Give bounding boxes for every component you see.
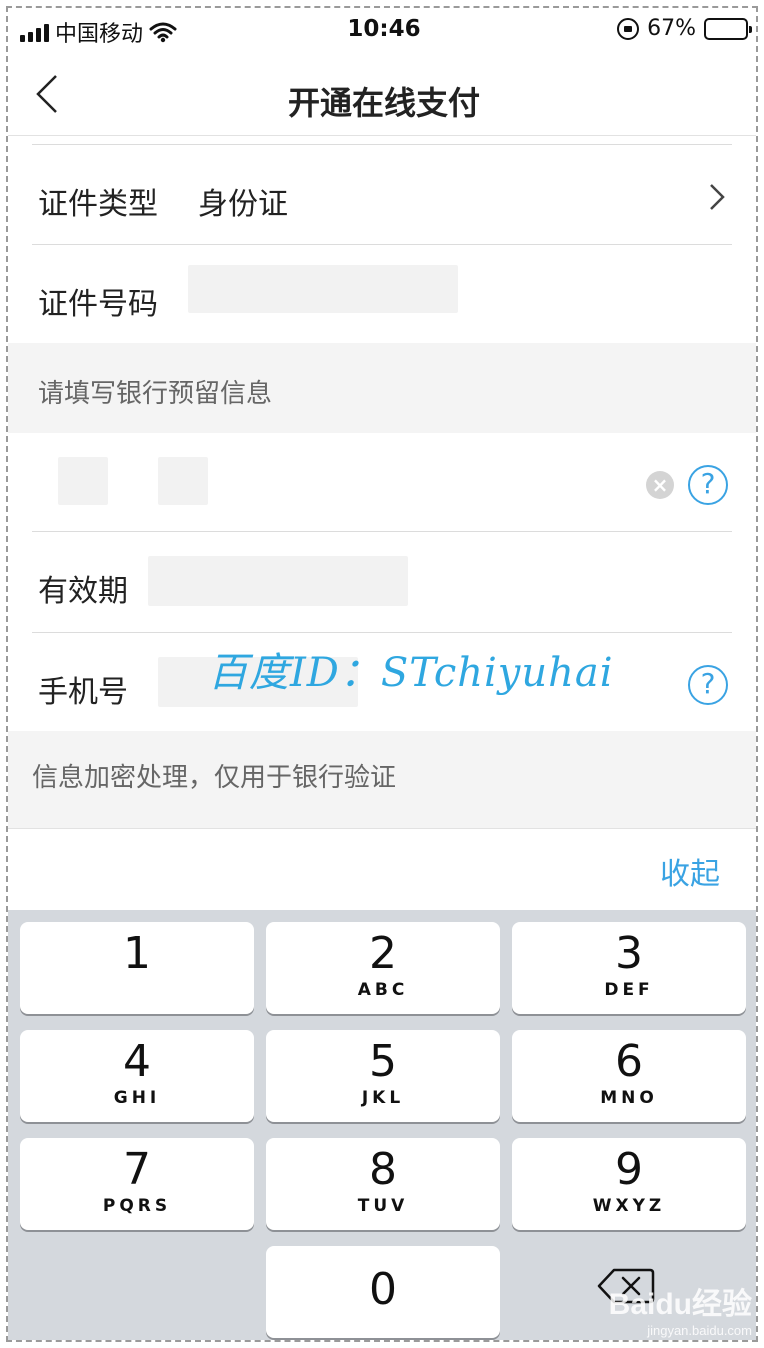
key-letters: WXYZ xyxy=(592,1196,666,1216)
key-letters: DEF xyxy=(604,980,654,1000)
key-5[interactable]: 5 JKL xyxy=(266,1030,500,1122)
collapse-keyboard-button[interactable]: 收起 xyxy=(660,849,720,893)
key-digit: 1 xyxy=(123,928,151,979)
id-number-field[interactable] xyxy=(188,265,458,313)
key-letters: JKL xyxy=(361,1088,405,1108)
key-digit: 5 xyxy=(369,1036,397,1087)
key-0[interactable]: 0 xyxy=(266,1246,500,1338)
status-bar: 中国移动 10:46 67% xyxy=(8,8,756,52)
key-6[interactable]: 6 MNO xyxy=(512,1030,746,1122)
help-icon[interactable]: ? xyxy=(688,665,728,705)
key-8[interactable]: 8 TUV xyxy=(266,1138,500,1230)
id-type-row[interactable]: 证件类型 身份证 xyxy=(8,145,756,245)
battery-percent: 67% xyxy=(647,16,696,41)
bank-info-section-header: 请填写银行预留信息 xyxy=(8,343,756,433)
key-1[interactable]: 1 xyxy=(20,922,254,1014)
key-4[interactable]: 4 GHI xyxy=(20,1030,254,1122)
key-digit: 9 xyxy=(615,1144,643,1195)
key-letters: ABC xyxy=(357,980,409,1000)
expiry-label: 有效期 xyxy=(38,574,128,609)
key-digit: 2 xyxy=(369,928,397,979)
key-9[interactable]: 9 WXYZ xyxy=(512,1138,746,1230)
card-number-field-part xyxy=(158,457,208,505)
key-digit: 7 xyxy=(123,1144,151,1195)
id-number-label: 证件号码 xyxy=(38,287,158,322)
phone-screen: 中国移动 10:46 67% 开通在线支付 证件类型 身份证 证件号码 请填写银… xyxy=(6,6,758,1342)
encryption-note-section: 信息加密处理，仅用于银行验证 xyxy=(8,731,756,828)
key-letters: MNO xyxy=(600,1088,658,1108)
battery-icon xyxy=(704,17,752,40)
baidu-jingyan-logo: Baidu经验 jingyan.baidu.com xyxy=(609,1279,752,1338)
key-digit: 8 xyxy=(369,1144,397,1195)
key-7[interactable]: 7 PQRS xyxy=(20,1138,254,1230)
card-number-field[interactable] xyxy=(58,457,108,505)
key-letters: TUV xyxy=(357,1196,409,1216)
watermark: 百度ID：STchiyuhai xyxy=(208,650,614,696)
key-digit: 6 xyxy=(615,1036,643,1087)
clear-icon[interactable]: × xyxy=(646,471,674,499)
help-icon[interactable]: ? xyxy=(688,465,728,505)
keyboard-toolbar: 收起 xyxy=(8,828,756,910)
id-type-value: 身份证 xyxy=(198,187,288,222)
key-digit: 3 xyxy=(615,928,643,979)
logo-text: Baidu经验 xyxy=(608,1288,752,1321)
numeric-keypad: 1 2 ABC 3 DEF 4 GHI 5 JKL 6 MNO 7 PQRS 8 xyxy=(8,910,756,1340)
key-3[interactable]: 3 DEF xyxy=(512,922,746,1014)
navigation-bar: 开通在线支付 xyxy=(8,52,756,136)
bank-info-section-text: 请填写银行预留信息 xyxy=(38,379,273,409)
expiry-field[interactable] xyxy=(148,556,408,606)
expiry-row: 有效期 xyxy=(8,532,756,632)
card-number-row: × ? xyxy=(8,433,756,531)
key-digit: 4 xyxy=(123,1036,151,1087)
encryption-note-text: 信息加密处理，仅用于银行验证 xyxy=(32,763,397,793)
key-letters: PQRS xyxy=(102,1196,172,1216)
id-type-label: 证件类型 xyxy=(38,187,158,222)
page-title: 开通在线支付 xyxy=(287,84,480,122)
logo-url: jingyan.baidu.com xyxy=(647,1323,752,1338)
key-2[interactable]: 2 ABC xyxy=(266,922,500,1014)
rotation-lock-icon xyxy=(617,17,640,40)
phone-label: 手机号 xyxy=(38,675,128,710)
chevron-right-icon xyxy=(710,184,725,210)
key-digit: 0 xyxy=(369,1264,397,1315)
id-number-row: 证件号码 xyxy=(8,245,756,343)
key-letters: GHI xyxy=(113,1088,161,1108)
